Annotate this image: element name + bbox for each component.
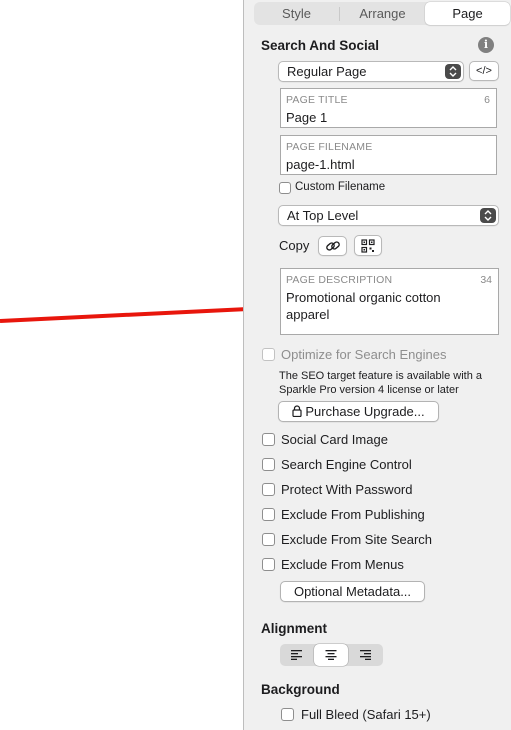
- exclude-publishing-checkbox[interactable]: [262, 508, 275, 521]
- page-type-select[interactable]: Regular Page: [278, 61, 464, 82]
- exclude-publishing-label: Exclude From Publishing: [281, 507, 425, 522]
- page-title-value: Page 1: [286, 110, 328, 125]
- exclude-menus-checkbox[interactable]: [262, 558, 275, 571]
- inspector-panel: Style Arrange Page Search And Social i R…: [243, 0, 511, 730]
- search-engine-control-checkbox[interactable]: [262, 458, 275, 471]
- page-title-field[interactable]: PAGE TITLE 6 Page 1: [280, 88, 497, 128]
- alignment-heading: Alignment: [261, 621, 327, 636]
- exclude-menus-label: Exclude From Menus: [281, 557, 404, 572]
- page-filename-field[interactable]: PAGE FILENAME page-1.html: [280, 135, 497, 175]
- protect-password-checkbox[interactable]: [262, 483, 275, 496]
- info-icon[interactable]: i: [478, 37, 494, 53]
- seo-note-line-2: Sparkle Pro version 4 license or later: [279, 384, 459, 396]
- page-type-value: Regular Page: [287, 64, 367, 79]
- page-filename-label: PAGE FILENAME: [286, 141, 373, 153]
- social-card-image-label: Social Card Image: [281, 432, 388, 447]
- page-filename-value: page-1.html: [286, 157, 355, 172]
- exclude-site-search-label: Exclude From Site Search: [281, 532, 433, 547]
- chevron-updown-icon: [480, 208, 496, 223]
- protect-password-label: Protect With Password: [281, 482, 413, 497]
- code-icon: </>: [476, 65, 492, 77]
- custom-filename-checkbox[interactable]: [279, 182, 291, 194]
- qr-code-icon: [361, 239, 375, 253]
- page-title-label: PAGE TITLE: [286, 94, 348, 106]
- seo-note-line-1: The SEO target feature is available with…: [279, 370, 482, 382]
- custom-filename-label: Custom Filename: [295, 181, 386, 193]
- align-right-icon: [360, 650, 371, 660]
- code-button[interactable]: </>: [469, 61, 499, 81]
- tab-page[interactable]: Page: [425, 2, 510, 25]
- tab-arrange[interactable]: Arrange: [340, 2, 425, 25]
- page-description-field[interactable]: PAGE DESCRIPTION 34 Promotional organic …: [280, 268, 499, 335]
- tab-style[interactable]: Style: [254, 2, 339, 25]
- page-level-select[interactable]: At Top Level: [278, 205, 499, 226]
- page-description-line-2: apparel: [286, 307, 330, 322]
- social-card-image-checkbox[interactable]: [262, 433, 275, 446]
- align-right-button[interactable]: [348, 644, 382, 666]
- chevron-updown-icon: [445, 64, 461, 79]
- purchase-upgrade-label: Purchase Upgrade...: [305, 404, 425, 419]
- page-level-value: At Top Level: [287, 208, 359, 223]
- search-social-heading: Search And Social: [261, 38, 380, 53]
- optimize-seo-label: Optimize for Search Engines: [281, 347, 447, 362]
- lock-icon: [292, 405, 302, 418]
- search-engine-control-label: Search Engine Control: [281, 457, 412, 472]
- full-bleed-label: Full Bleed (Safari 15+): [301, 707, 431, 722]
- purchase-upgrade-button[interactable]: Purchase Upgrade...: [278, 401, 439, 422]
- align-center-button[interactable]: [314, 644, 348, 666]
- copy-link-button[interactable]: [318, 236, 347, 256]
- align-left-icon: [291, 650, 302, 660]
- align-center-icon: [325, 650, 337, 660]
- optional-metadata-button[interactable]: Optional Metadata...: [280, 581, 425, 602]
- optimize-seo-checkbox[interactable]: [262, 348, 275, 361]
- full-bleed-checkbox[interactable]: [281, 708, 294, 721]
- page-description-count: 34: [480, 274, 492, 286]
- page-description-label: PAGE DESCRIPTION: [286, 274, 393, 286]
- align-left-button[interactable]: [280, 644, 314, 666]
- copy-qr-button[interactable]: [354, 235, 382, 256]
- background-heading: Background: [261, 682, 340, 697]
- page-description-line-1: Promotional organic cotton: [286, 290, 441, 305]
- exclude-site-search-checkbox[interactable]: [262, 533, 275, 546]
- copy-label: Copy: [279, 238, 310, 253]
- link-icon: [325, 241, 340, 251]
- inspector-tabs: Style Arrange Page: [254, 2, 510, 25]
- alignment-segmented-control: [280, 644, 383, 666]
- page-title-count: 6: [484, 94, 490, 106]
